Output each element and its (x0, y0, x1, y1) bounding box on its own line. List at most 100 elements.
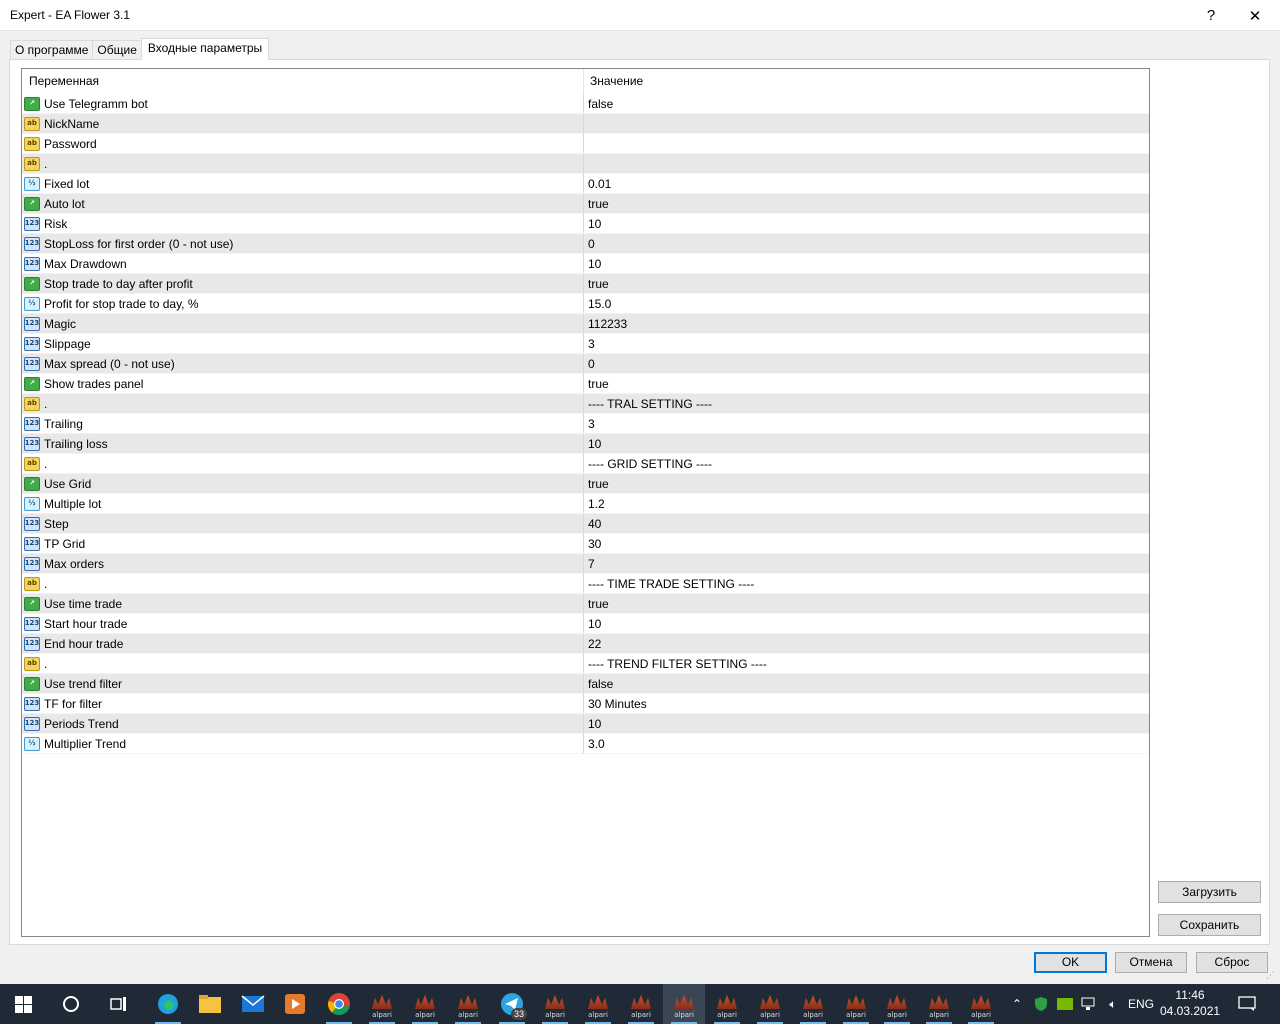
parameter-value[interactable]: ---- GRID SETTING ---- (584, 454, 1149, 473)
parameter-row[interactable]: ab. ---- TIME TRADE SETTING ---- (22, 574, 1149, 594)
load-button[interactable]: Загрузить (1158, 881, 1261, 903)
parameter-row[interactable]: ab NickName (22, 114, 1149, 134)
parameter-value[interactable]: true (584, 274, 1149, 293)
volume-icon[interactable]: 🔈︎ (1102, 984, 1124, 1024)
clock[interactable]: 11:46 04.03.2021 (1160, 987, 1220, 1019)
parameter-value[interactable]: 10 (584, 214, 1149, 233)
parameter-name-cell[interactable]: ↗ Use Grid (22, 474, 584, 493)
task-view-button[interactable] (98, 984, 140, 1024)
parameter-row[interactable]: ab Password (22, 134, 1149, 154)
parameter-name-cell[interactable]: ↗ Use trend filter (22, 674, 584, 693)
chrome-button[interactable] (318, 984, 360, 1024)
parameter-name-cell[interactable]: 123 Slippage (22, 334, 584, 353)
parameter-name-cell[interactable]: ab. (22, 654, 584, 673)
parameter-row[interactable]: 123 Start hour trade 10 (22, 614, 1149, 634)
parameter-name-cell[interactable]: ↗ Use Telegramm bot (22, 94, 584, 113)
parameter-name-cell[interactable]: ab. (22, 454, 584, 473)
parameter-value[interactable]: 112233 (584, 314, 1149, 333)
edge-button[interactable] (147, 984, 189, 1024)
parameter-name-cell[interactable]: ↗ Stop trade to day after profit (22, 274, 584, 293)
parameters-list[interactable]: Переменная Значение ↗ Use Telegramm bot fa… (21, 68, 1150, 937)
close-button[interactable]: ✕ (1232, 0, 1278, 31)
parameter-value[interactable]: 0 (584, 234, 1149, 253)
parameter-name-cell[interactable]: 123 Trailing loss (22, 434, 584, 453)
alpari-terminal-button[interactable]: alpari (749, 984, 791, 1024)
tab-inputs[interactable]: Входные параметры (140, 38, 270, 60)
parameter-row[interactable]: 123 Step 40 (22, 514, 1149, 534)
parameter-name-cell[interactable]: ab. (22, 154, 584, 173)
alpari-terminal-button[interactable]: alpari (792, 984, 834, 1024)
start-button[interactable] (2, 984, 44, 1024)
tab-common[interactable]: Общие (92, 40, 142, 60)
mail-button[interactable] (232, 984, 274, 1024)
parameter-value[interactable]: 10 (584, 714, 1149, 733)
telegram-button[interactable]: 33 (491, 984, 533, 1024)
parameter-name-cell[interactable]: 123 TF for filter (22, 694, 584, 713)
alpari-terminal-button[interactable]: alpari (620, 984, 662, 1024)
parameter-name-cell[interactable]: 123 Magic (22, 314, 584, 333)
parameter-value[interactable]: ---- TREND FILTER SETTING ---- (584, 654, 1149, 673)
parameter-name-cell[interactable]: ↗ Show trades panel (22, 374, 584, 393)
parameter-name-cell[interactable]: 123 Risk (22, 214, 584, 233)
parameter-row[interactable]: ½ Multiple lot 1.2 (22, 494, 1149, 514)
alpari-terminal-button[interactable]: alpari (960, 984, 1002, 1024)
parameter-name-cell[interactable]: 123 Trailing (22, 414, 584, 433)
alpari-terminal-button[interactable]: alpari (663, 984, 705, 1024)
parameter-name-cell[interactable]: 123 Max orders (22, 554, 584, 573)
parameter-value[interactable]: 10 (584, 254, 1149, 273)
parameter-row[interactable]: ↗ Use Grid true (22, 474, 1149, 494)
parameter-row[interactable]: 123 Periods Trend 10 (22, 714, 1149, 734)
parameter-value[interactable]: 10 (584, 434, 1149, 453)
help-button[interactable]: ? (1188, 0, 1234, 31)
parameter-name-cell[interactable]: ab NickName (22, 114, 584, 133)
parameter-value[interactable]: true (584, 474, 1149, 493)
parameter-value[interactable]: false (584, 674, 1149, 693)
parameter-value[interactable]: false (584, 94, 1149, 113)
parameter-row[interactable]: 123 Trailing 3 (22, 414, 1149, 434)
parameter-row[interactable]: ½ Fixed lot 0.01 (22, 174, 1149, 194)
parameter-value[interactable] (584, 114, 1149, 133)
parameter-name-cell[interactable]: ab. (22, 574, 584, 593)
alpari-terminal-button[interactable]: alpari (447, 984, 489, 1024)
parameter-row[interactable]: ½ Profit for stop trade to day, % 15.0 (22, 294, 1149, 314)
parameter-value[interactable]: 1.2 (584, 494, 1149, 513)
parameter-name-cell[interactable]: 123 Start hour trade (22, 614, 584, 633)
parameter-row[interactable]: 123 TF for filter 30 Minutes (22, 694, 1149, 714)
parameter-value[interactable]: 3.0 (584, 734, 1149, 753)
column-header-value[interactable]: Значение (584, 69, 1149, 94)
parameter-value[interactable]: 3 (584, 334, 1149, 353)
explorer-button[interactable] (189, 984, 231, 1024)
parameter-value[interactable]: 30 Minutes (584, 694, 1149, 713)
alpari-terminal-button[interactable]: alpari (835, 984, 877, 1024)
parameter-row[interactable]: ab. ---- TRAL SETTING ---- (22, 394, 1149, 414)
parameter-value[interactable]: 40 (584, 514, 1149, 533)
parameter-name-cell[interactable]: 123 Step (22, 514, 584, 533)
parameter-name-cell[interactable]: ½ Multiplier Trend (22, 734, 584, 753)
parameter-value[interactable] (584, 154, 1149, 173)
parameter-value[interactable]: ---- TIME TRADE SETTING ---- (584, 574, 1149, 593)
alpari-terminal-button[interactable]: alpari (577, 984, 619, 1024)
parameter-value[interactable]: 15.0 (584, 294, 1149, 313)
alpari-terminal-button[interactable]: alpari (534, 984, 576, 1024)
parameter-row[interactable]: ↗ Stop trade to day after profit true (22, 274, 1149, 294)
save-button[interactable]: Сохранить (1158, 914, 1261, 936)
parameter-value[interactable]: 7 (584, 554, 1149, 573)
alpari-terminal-button[interactable]: alpari (706, 984, 748, 1024)
parameter-row[interactable]: 123 Slippage 3 (22, 334, 1149, 354)
alpari-terminal-button[interactable]: alpari (918, 984, 960, 1024)
language-indicator[interactable]: ENG (1126, 984, 1156, 1024)
parameter-name-cell[interactable]: ab Password (22, 134, 584, 153)
cortana-button[interactable] (50, 984, 92, 1024)
ok-button[interactable]: OK (1034, 952, 1107, 973)
parameter-row[interactable]: 123 Max spread (0 - not use) 0 (22, 354, 1149, 374)
parameter-value[interactable]: 0 (584, 354, 1149, 373)
network-icon[interactable] (1078, 984, 1100, 1024)
parameter-row[interactable]: ab. ---- GRID SETTING ---- (22, 454, 1149, 474)
shield-icon[interactable] (1030, 984, 1052, 1024)
parameter-value[interactable]: true (584, 594, 1149, 613)
parameter-name-cell[interactable]: 123 TP Grid (22, 534, 584, 553)
tab-about[interactable]: О программе (10, 40, 94, 60)
parameter-value[interactable]: true (584, 194, 1149, 213)
parameter-value[interactable]: 22 (584, 634, 1149, 653)
parameter-row[interactable]: ↗ Use trend filter false (22, 674, 1149, 694)
